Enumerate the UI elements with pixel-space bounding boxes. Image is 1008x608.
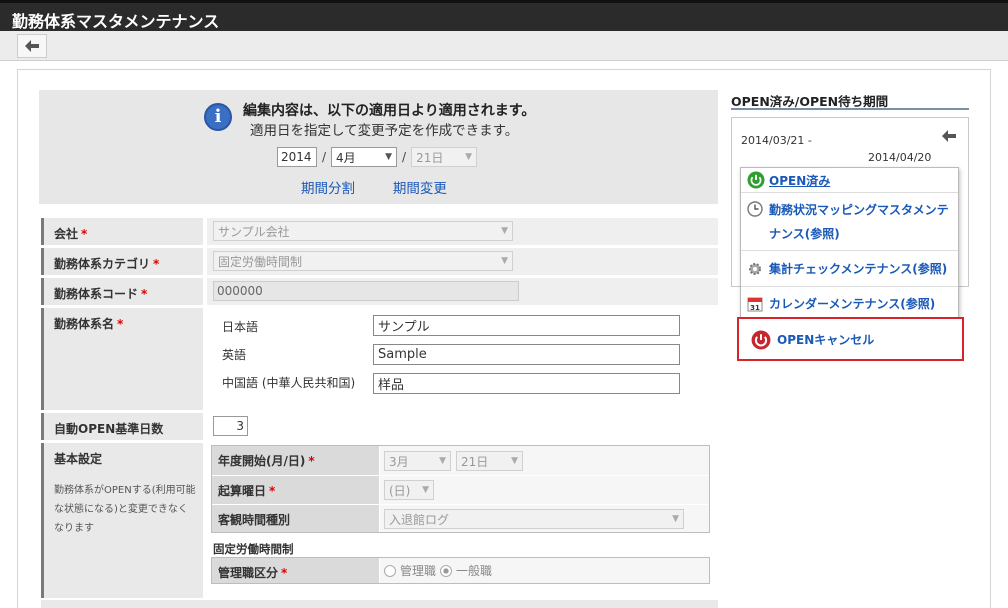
menu-check[interactable]: 集計チェックメンテナンス(参照) — [741, 251, 958, 287]
notice-panel: i 編集内容は、以下の適用日より適用されます。 適用日を指定して変更予定を作成で… — [39, 90, 718, 204]
fiscal-day-select[interactable]: 21日 ▼ — [456, 451, 523, 471]
radio-circle-icon — [440, 564, 453, 577]
name-en-input[interactable]: Sample — [373, 344, 680, 365]
fiscal-day-value: 21日 — [461, 454, 489, 469]
menu-open-cancel[interactable]: OPENキャンセル — [743, 323, 958, 355]
day-select[interactable]: 21日 ▼ — [411, 147, 478, 167]
code-input[interactable]: 000000 — [213, 281, 519, 301]
chevron-down-icon: ▼ — [385, 152, 393, 162]
year-input[interactable]: 2014 — [277, 147, 317, 167]
date-separator: / — [402, 150, 407, 164]
start-weekday-label: 起算曜日 * — [212, 476, 379, 504]
back-arrow-icon[interactable] — [942, 130, 956, 142]
calendar-icon: 31 — [747, 297, 763, 312]
objective-time-value: 入退館ログ — [389, 512, 450, 527]
category-select[interactable]: 固定労働時間制 ▼ — [213, 251, 513, 271]
back-arrow-icon — [25, 40, 39, 52]
chevron-down-icon: ▼ — [501, 256, 508, 266]
company-value: サンプル会社 — [218, 224, 290, 239]
menu-open-done-label: OPEN済み — [769, 173, 831, 188]
basic-label: 基本設定 勤務体系がOPENする(利用可能な状態になる)と変更できなくなります — [41, 443, 203, 598]
lang-label-en: 英語 — [222, 348, 247, 362]
month-select[interactable]: 4月 ▼ — [331, 147, 398, 167]
menu-open-done[interactable]: OPEN済み — [741, 168, 958, 193]
chevron-down-icon: ▼ — [501, 226, 508, 236]
lang-label-ja: 日本語 — [222, 320, 259, 334]
category-label: 勤務体系カテゴリ * — [41, 248, 203, 275]
basic-inner-table: 年度開始(月/日) * 3月 ▼ 21日 ▼ 起算曜日 * (日) ▼ 客観時間種別 入退… — [211, 445, 710, 533]
objective-time-label: 客観時間種別 — [212, 505, 379, 532]
basic-note: 勤務体系がOPENする(利用可能な状態になる)と変更できなくなります — [54, 485, 196, 534]
back-button[interactable] — [17, 34, 47, 58]
start-weekday-select[interactable]: (日) ▼ — [384, 480, 434, 500]
basic-label-text: 基本設定 — [54, 452, 103, 466]
period-from: 2014/03/21 - — [741, 134, 812, 147]
title-bar: 勤務体系マスタメンテナンス — [0, 0, 1008, 31]
power-green-icon — [747, 171, 765, 189]
menu-check-label: 集計チェックメンテナンス(参照) — [769, 262, 948, 276]
fiscal-month-value: 3月 — [389, 454, 409, 469]
chevron-down-icon: ▼ — [672, 514, 679, 524]
manager-table: 管理職区分 * 管理職 一般職 — [211, 557, 710, 584]
menu-open-cancel-label: OPENキャンセル — [777, 332, 875, 347]
month-select-value: 4月 — [336, 150, 356, 165]
chevron-down-icon: ▼ — [439, 456, 446, 466]
auto-open-label: 自動OPEN基準日数 — [41, 413, 203, 440]
context-menu: OPEN済み 勤務状況マッピングマスタメンテナンス(参照) 集計チェックメンテナ… — [740, 167, 959, 321]
day-select-value: 21日 — [416, 150, 444, 165]
name-ja-input[interactable]: サンプル — [373, 315, 680, 336]
objective-time-select[interactable]: 入退館ログ ▼ — [384, 509, 684, 529]
info-icon: i — [204, 103, 232, 131]
auto-open-input[interactable]: 3 — [213, 416, 248, 436]
side-divider — [731, 108, 969, 110]
menu-calendar-label: カレンダーメンテナンス(参照) — [769, 297, 936, 311]
menu-calendar[interactable]: 31 カレンダーメンテナンス(参照) — [741, 287, 958, 320]
page-title: 勤務体系マスタメンテナンス — [12, 12, 220, 31]
name-zh-input[interactable]: 样品 — [373, 373, 680, 394]
name-label: 勤務体系名 * — [41, 308, 203, 410]
clock-icon — [747, 201, 763, 217]
chevron-down-icon: ▼ — [511, 456, 518, 466]
period-to: 2014/04/20 — [868, 151, 932, 164]
radio-general[interactable]: 一般職 — [440, 562, 492, 579]
radio-manager[interactable]: 管理職 — [384, 562, 436, 579]
svg-text:31: 31 — [750, 304, 760, 312]
period-links: 期間分割 期間変更 — [301, 177, 481, 197]
toolbar — [0, 31, 1008, 61]
chevron-down-icon: ▼ — [465, 152, 473, 162]
category-value: 固定労働時間制 — [218, 254, 303, 269]
fixed-hours-heading: 固定労働時間制 — [213, 542, 294, 556]
period-change-link[interactable]: 期間変更 — [393, 181, 447, 197]
fiscal-month-select[interactable]: 3月 ▼ — [384, 451, 451, 471]
radio-circle-icon — [384, 564, 396, 577]
period-split-link[interactable]: 期間分割 — [301, 181, 355, 197]
menu-mapping-label: 勤務状況マッピングマスタメンテナンス(参照) — [769, 202, 949, 241]
lang-label-zh: 中国語 (中華人民共和国) — [222, 376, 356, 390]
manager-label: 管理職区分 * — [212, 558, 379, 583]
menu-mapping[interactable]: 勤務状況マッピングマスタメンテナンス(参照) — [741, 193, 958, 251]
power-red-icon — [751, 330, 771, 350]
start-weekday-value: (日) — [389, 483, 411, 498]
company-label: 会社 * — [41, 218, 203, 245]
date-separator: / — [322, 150, 327, 164]
fiscal-start-label: 年度開始(月/日) * — [212, 446, 379, 475]
apply-date: 2014 / 4月 ▼ / 21日 ▼ — [277, 147, 478, 167]
company-select[interactable]: サンプル会社 ▼ — [213, 221, 513, 241]
next-row-partial — [41, 600, 718, 608]
notice-line2: 適用日を指定して変更予定を作成できます。 — [250, 123, 519, 139]
code-label: 勤務体系コード * — [41, 278, 203, 305]
open-cancel-highlight: OPENキャンセル — [737, 317, 964, 361]
chevron-down-icon: ▼ — [422, 485, 429, 495]
notice-line1: 編集内容は、以下の適用日より適用されます。 — [243, 103, 536, 119]
gear-icon — [749, 262, 761, 275]
